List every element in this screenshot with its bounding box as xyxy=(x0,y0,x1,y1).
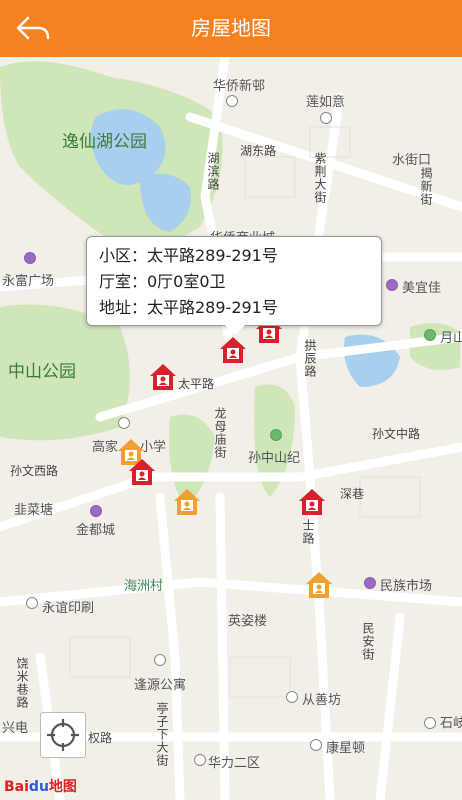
map-label: 永谊印刷 xyxy=(42,601,95,616)
map-label: 孙中山纪 xyxy=(248,451,301,466)
logo-map: 地图 xyxy=(48,779,77,795)
poi-dot xyxy=(286,691,298,703)
poi-dot xyxy=(154,654,166,666)
map-label: 水街口 xyxy=(392,153,432,168)
poi-dot xyxy=(118,417,130,429)
popup-rooms: 厅室：0厅0室0卫 xyxy=(99,272,226,291)
map-label-road: 深巷 xyxy=(340,487,365,501)
poi-dot xyxy=(424,717,436,729)
poi-dot xyxy=(226,95,238,107)
house-marker-icon[interactable] xyxy=(218,335,248,365)
house-marker-icon[interactable] xyxy=(172,487,202,517)
map-label: 华侨新邨 xyxy=(213,79,266,94)
map-label-park: 逸仙湖公园 xyxy=(62,132,147,152)
poi-dot xyxy=(424,329,436,341)
page-title: 房屋地图 xyxy=(191,16,271,40)
house-marker-icon[interactable] xyxy=(304,570,334,600)
map-label-road: 湖滨路 xyxy=(206,152,220,191)
poi-dot xyxy=(310,739,322,751)
map-label-road: 太平路 xyxy=(178,377,215,391)
poi-dot xyxy=(364,577,376,589)
map-label: 韭菜塘 xyxy=(14,503,54,518)
app-header: 房屋地图 xyxy=(0,0,462,57)
map-label: 永富广场 xyxy=(2,274,55,289)
map-label: 月山 xyxy=(440,331,462,346)
locate-crosshair-icon[interactable] xyxy=(40,712,86,758)
house-marker-icon[interactable] xyxy=(148,362,178,392)
map-label-road: 龙母庙街 xyxy=(213,407,227,459)
poi-dot xyxy=(320,112,332,124)
map-label-road: 饶米巷路 xyxy=(15,657,29,709)
poi-dot xyxy=(386,279,398,291)
map-label-park: 中山公园 xyxy=(8,362,76,382)
map-label-road: 民安街 xyxy=(361,622,375,661)
map-label: 康星顿 xyxy=(326,741,366,756)
map-label-road: 孙文中路 xyxy=(372,427,421,441)
logo-du: du xyxy=(28,779,49,795)
poi-dot xyxy=(26,597,38,609)
map-label: 高家 xyxy=(92,440,119,455)
map-view[interactable]: 逸仙湖公园 中山公园 华侨新邨 莲如意 湖东路 湖滨路 紫荆大街 水街口 揭新街… xyxy=(0,57,462,800)
map-label: 美宜佳 xyxy=(402,281,442,296)
logo-bai: Bai xyxy=(4,779,29,795)
map-label: 金都城 xyxy=(76,523,116,538)
map-label: 英姿楼 xyxy=(228,614,268,629)
map-label-road: 亭子下大街 xyxy=(155,702,169,767)
map-label-road: 湖东路 xyxy=(240,144,277,158)
map-label-road: 孙文西路 xyxy=(10,464,59,478)
popup-address: 地址：太平路289-291号 xyxy=(99,298,278,317)
map-label-road: 拱辰路 xyxy=(303,339,317,378)
map-label: 民族市场 xyxy=(380,579,433,594)
house-marker-icon[interactable] xyxy=(127,457,157,487)
map-label-road: 权路 xyxy=(88,731,113,745)
map-label: 莲如意 xyxy=(306,95,346,110)
popup-community: 小区：太平路289-291号 xyxy=(99,246,278,265)
map-label: 华力二区 xyxy=(208,756,261,771)
map-label: 兴电 xyxy=(2,721,29,736)
house-marker-icon[interactable] xyxy=(297,487,327,517)
map-label: 石岐 xyxy=(440,716,462,731)
map-label-road: 士路 xyxy=(301,519,315,545)
house-info-popup[interactable]: 小区：太平路289-291号 厅室：0厅0室0卫 地址：太平路289-291号 xyxy=(86,236,382,335)
map-label: 从善坊 xyxy=(302,693,342,708)
map-label: 海洲村 xyxy=(124,579,164,594)
poi-dot xyxy=(90,505,102,517)
map-label-road: 紫荆大街 xyxy=(313,152,327,204)
poi-dot xyxy=(194,754,206,766)
map-label: 逢源公寓 xyxy=(134,678,187,693)
poi-dot xyxy=(270,429,282,441)
map-label-road: 揭新街 xyxy=(419,167,433,206)
baidu-map-logo: Baidu地图 xyxy=(4,776,77,796)
poi-dot xyxy=(24,252,36,264)
